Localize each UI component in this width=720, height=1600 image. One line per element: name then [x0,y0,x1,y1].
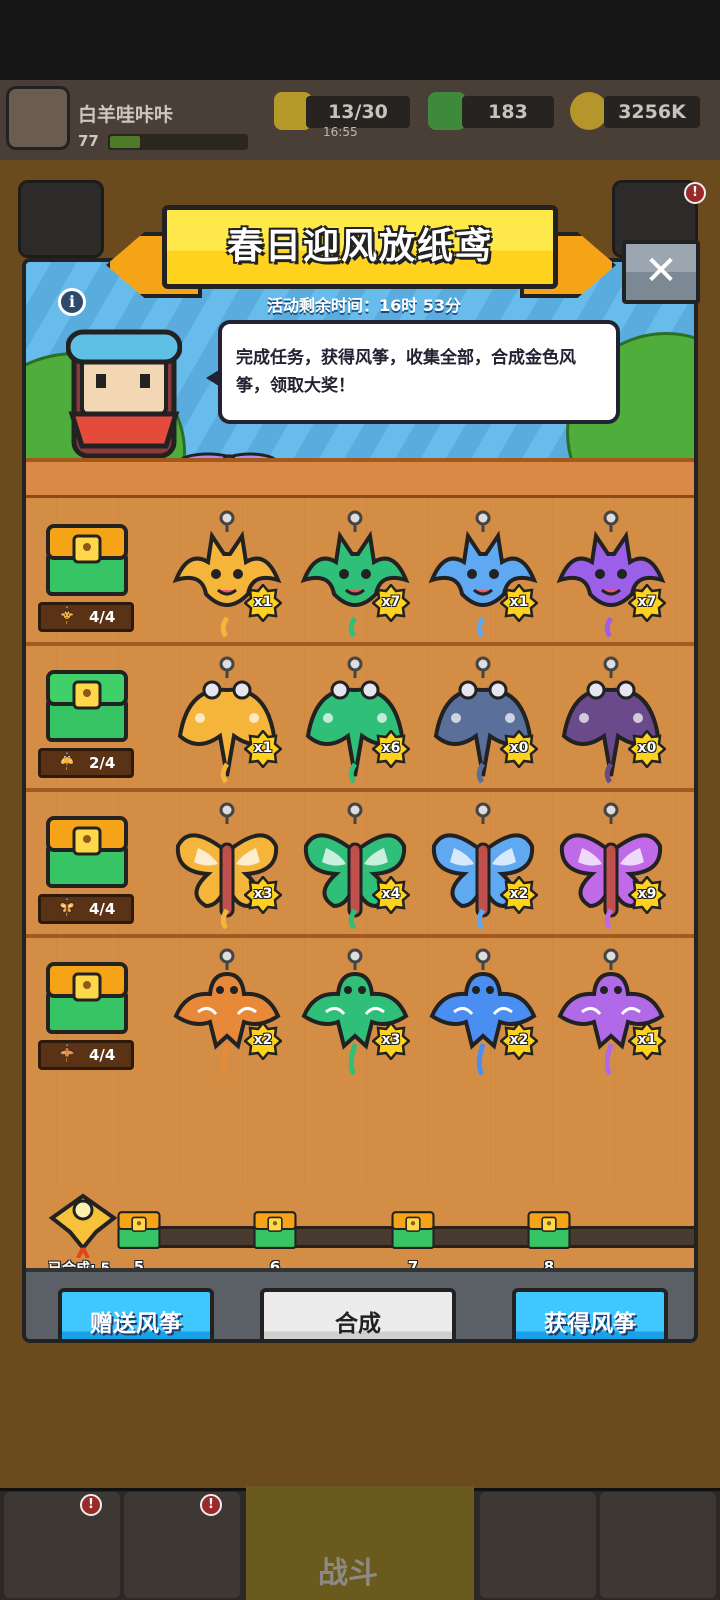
kite-count-label: x4 [381,886,401,902]
kite-count-badge: x0 [628,730,666,768]
milestone-chest-icon[interactable] [252,1208,298,1250]
kite-count-label: x3 [253,886,273,902]
kite-count-badge: x0 [500,730,538,768]
milestone-chest-icon[interactable] [526,1208,572,1250]
speech-bubble: 完成任务，获得风筝，收集全部，合成金色风筝，领取大奖！ [206,320,620,424]
player-level: 77 [78,132,99,150]
merge-button[interactable]: 合成 [260,1288,456,1339]
kite-count-label: x6 [381,740,401,756]
kite-row: 4/4 x1 x7 x1 x7 [26,498,694,644]
milestone-chest-icon[interactable] [116,1208,162,1250]
kite-count-badge: x1 [628,1022,666,1060]
kite-count-badge: x4 [372,876,410,914]
ninja-character [66,329,182,459]
menu-button[interactable] [18,180,104,258]
kite-count-badge: x1 [500,584,538,622]
ground-strip [26,458,694,498]
kite-count-label: x2 [509,886,529,902]
gold-icon[interactable] [570,92,608,130]
reward-chest-icon[interactable] [44,518,130,598]
nav-equipment-badge: ! [200,1494,222,1516]
kite-count-badge: x3 [244,876,282,914]
kite-count-badge: x6 [372,730,410,768]
nav-equipment[interactable] [124,1492,240,1598]
mini-kite-icon [59,898,75,916]
event-modal: i 活动剩余时间：16时 53分 完成任务，获得风筝，收集全部，合成金色风筝，领… [22,258,698,1343]
kite-count-label: x1 [253,740,273,756]
player-avatar[interactable] [6,86,70,150]
kite-count-label: x1 [253,594,273,610]
energy-counter: 13/30 [306,96,410,128]
kite-row: 4/4 x2 x3 x2 x1 [26,936,694,1082]
row-divider [26,934,694,938]
modal-footer: 赠送风筝 合成 获得风筝 [26,1268,694,1339]
row-progress-label: 4/4 [38,1040,134,1070]
row-divider [26,788,694,792]
player-name: 白羊哇咔咔 [78,104,174,126]
kite-count-label: x7 [381,594,401,610]
golden-kite-icon [48,1193,118,1258]
row-divider [26,642,694,646]
mini-kite-icon [59,606,75,624]
gift-kite-button[interactable]: 赠送风筝 [58,1288,214,1339]
energy-timer: 16:55 [323,125,358,139]
event-scene: i 活动剩余时间：16时 53分 完成任务，获得风筝，收集全部，合成金色风筝，领… [26,262,694,468]
gem-counter: 183 [462,96,554,128]
get-kite-button[interactable]: 获得风筝 [512,1288,668,1339]
kite-count-label: x0 [637,740,657,756]
kite-count-label: x1 [509,594,529,610]
row-progress-label: 4/4 [38,894,134,924]
gold-counter: 3256K [604,96,700,128]
nav-skills[interactable] [600,1492,716,1598]
kite-count-label: x0 [509,740,529,756]
gem-icon[interactable] [428,92,466,130]
kite-count-badge: x3 [372,1022,410,1060]
xp-bar [108,134,248,150]
kite-count-label: x2 [253,1032,273,1048]
kite-count-label: x7 [637,594,657,610]
kite-count-badge: x7 [372,584,410,622]
kite-count-badge: x7 [628,584,666,622]
kite-count-label: x9 [637,886,657,902]
kite-board: 4/4 x1 x7 x1 x7 2/4 x1 x6 x0 x0 4/4 x3 x4 x2 x9 4/4 x2 x3… [26,498,694,1188]
reward-chest-icon[interactable] [44,956,130,1036]
notification-badge: ! [684,182,706,204]
kite-row: 2/4 x1 x6 x0 x0 [26,644,694,790]
nav-talent[interactable] [480,1492,596,1598]
row-progress-label: 4/4 [38,602,134,632]
kite-count-label: x1 [637,1032,657,1048]
kite-count-badge: x2 [500,876,538,914]
reward-chest-icon[interactable] [44,664,130,744]
row-progress-label: 2/4 [38,748,134,778]
mini-kite-icon [59,1044,75,1062]
event-title: 春日迎风放纸鸢 [162,205,558,289]
kite-row: 4/4 x3 x4 x2 x9 [26,790,694,936]
merge-progress: 已合成: 5 5678 [26,1188,694,1277]
mini-kite-icon [60,752,74,770]
kite-count-badge: x2 [244,1022,282,1060]
kite-count-badge: x1 [244,730,282,768]
reward-chest-icon[interactable] [44,810,130,890]
nav-shop-badge: ! [80,1494,102,1516]
kite-count-badge: x9 [628,876,666,914]
kite-count-badge: x2 [500,1022,538,1060]
close-button[interactable]: ✕ [622,240,700,304]
kite-count-label: x2 [509,1032,529,1048]
nav-shop[interactable] [4,1492,120,1598]
nav-battle-label: 战斗 [318,1556,378,1591]
kite-count-label: x3 [381,1032,401,1048]
milestone-chest-icon[interactable] [390,1208,436,1250]
kite-count-badge: x1 [244,584,282,622]
event-timer: 活动剩余时间：16时 53分 [266,296,462,315]
